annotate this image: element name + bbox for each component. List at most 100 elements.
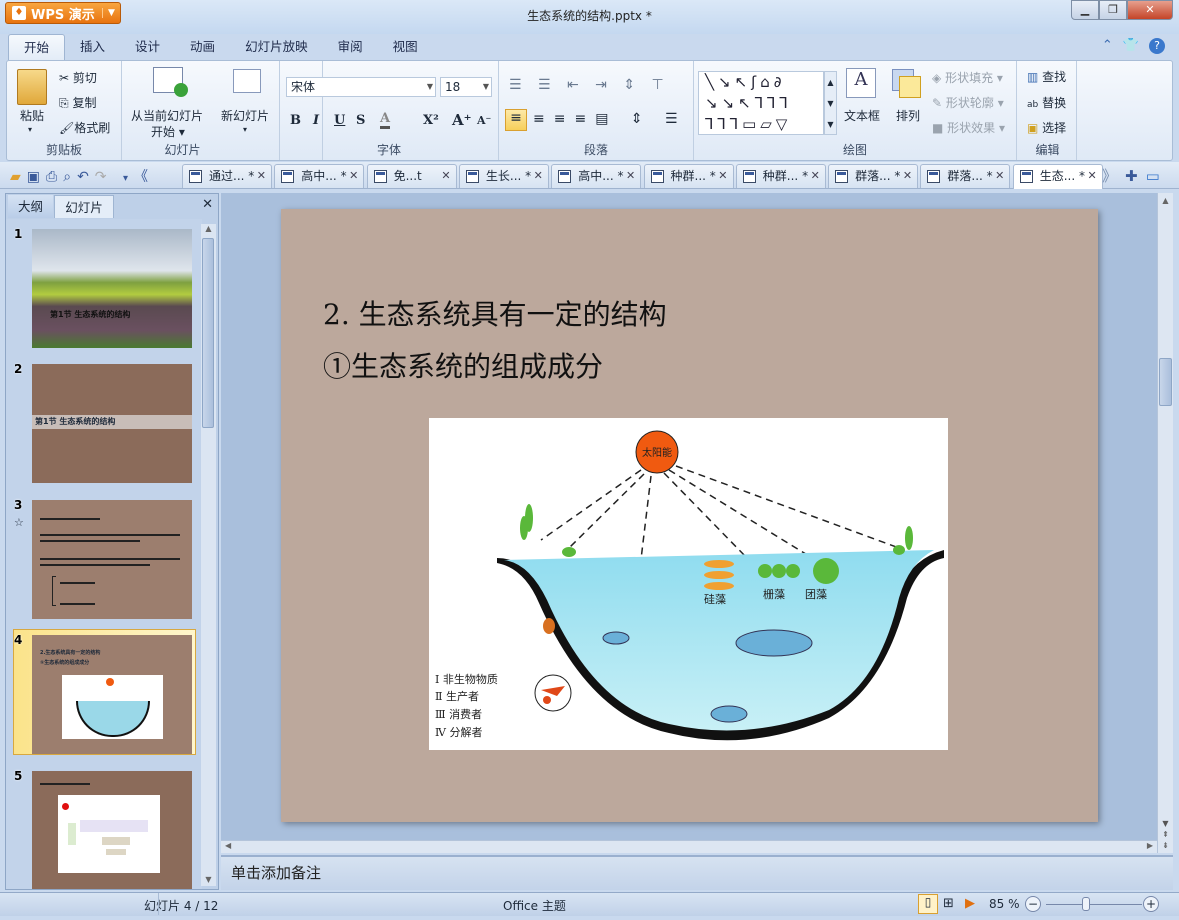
close-tab-icon[interactable]: ✕ <box>995 165 1004 187</box>
play-from-current-button-line2[interactable]: 开始 ▾ <box>151 123 185 140</box>
font-color-button[interactable]: A <box>380 111 391 129</box>
select-button[interactable]: ▣ 选择 <box>1027 119 1066 136</box>
new-slide-dropdown-icon[interactable]: ▾ <box>243 125 247 134</box>
tab-animation[interactable]: 动画 <box>175 34 230 60</box>
slide-title-line-1[interactable]: 2. 生态系统具有一定的结构 <box>323 293 667 333</box>
replace-button[interactable]: ab 替换 <box>1027 94 1066 111</box>
document-tab[interactable]: 生态... * ✕ <box>1012 164 1103 189</box>
close-button[interactable]: ✕ <box>1127 0 1173 20</box>
close-tab-icon[interactable]: ✕ <box>811 165 820 187</box>
font-name-combo[interactable]: 宋体 ▼ <box>286 77 436 97</box>
new-slide-icon <box>233 69 261 93</box>
print-icon: ⎙ <box>46 169 64 185</box>
paste-icon[interactable] <box>17 69 47 105</box>
document-tab[interactable]: 种群... * ✕ <box>643 164 734 188</box>
minimize-button[interactable]: ▁ <box>1071 0 1099 20</box>
zoom-in-button[interactable]: + <box>1143 896 1159 912</box>
zoom-slider-thumb[interactable] <box>1082 897 1090 911</box>
bold-button[interactable]: B <box>290 113 301 128</box>
new-slide-button[interactable]: 新幻灯片 <box>221 107 269 124</box>
slide-thumbnail-1[interactable]: 第1节 生态系统的结构 <box>32 229 192 348</box>
grow-font-button[interactable]: A⁺ <box>452 111 472 129</box>
presentation-file-icon <box>835 170 849 183</box>
maximize-button[interactable]: ❐ <box>1099 0 1127 20</box>
slide-sorter-button[interactable]: ⊞ <box>943 896 954 911</box>
document-tab[interactable]: 群落... * ✕ <box>920 164 1011 188</box>
tab-view[interactable]: 视图 <box>378 34 433 60</box>
shrink-font-button[interactable]: A⁻ <box>477 114 491 127</box>
align-left-button[interactable]: ≡ <box>505 109 527 131</box>
tab-slides[interactable]: 幻灯片 <box>54 195 114 218</box>
slide-title-line-2[interactable]: ①生态系统的组成成分 <box>323 345 603 385</box>
tab-insert[interactable]: 插入 <box>65 34 120 60</box>
slideshow-button[interactable]: ▶ <box>965 896 975 911</box>
tab-home[interactable]: 开始 <box>8 34 66 60</box>
normal-view-button[interactable]: ▯ <box>918 894 938 914</box>
alignment-buttons[interactable]: ≡≡≡▤ ⇕ ☰ <box>533 111 687 127</box>
horizontal-scrollbar[interactable]: ◀ ▶ <box>221 840 1157 853</box>
close-tab-icon[interactable]: ✕ <box>903 165 912 187</box>
zoom-out-button[interactable]: − <box>1025 896 1041 912</box>
close-tab-icon[interactable]: ✕ <box>257 165 266 187</box>
quick-access-toolbar[interactable]: ▰▣⎙⌕↶↷ ▾《 <box>10 166 154 186</box>
zoom-slider[interactable] <box>1046 904 1142 905</box>
current-slide[interactable]: 2. 生态系统具有一定的结构 ①生态系统的组成成分 太阳能 硅藻 栅藻 团藻 Ⅰ… <box>281 209 1098 822</box>
gallery-scroll[interactable]: ▲ ▼ ▼ <box>824 71 837 135</box>
pond-ecosystem-diagram: 太阳能 硅藻 栅藻 团藻 Ⅰ 非生物物质 Ⅱ 生产者 Ⅲ 消费者 Ⅳ 分解者 <box>435 430 944 741</box>
format-painter-button[interactable]: 🖌格式刷 <box>59 119 110 136</box>
slide-thumbnail-2[interactable]: 第1节 生态系统的结构 <box>32 364 192 483</box>
document-tab[interactable]: 生长... * ✕ <box>458 164 549 188</box>
thumbnail-scrollbar[interactable]: ▲ ▼ <box>201 224 216 886</box>
skin-icon[interactable]: 👕 <box>1123 38 1139 54</box>
help-icon[interactable]: ? <box>1149 38 1165 54</box>
notes-placeholder[interactable]: 单击添加备注 <box>231 862 321 883</box>
presentation-file-icon <box>465 170 479 183</box>
notes-pane[interactable]: 单击添加备注 <box>221 855 1173 890</box>
document-tab[interactable]: 免...t ✕ <box>366 164 457 188</box>
scrollbar-thumb[interactable] <box>1159 358 1172 406</box>
scrollbar-thumb[interactable] <box>202 238 214 428</box>
close-tab-icon[interactable]: ✕ <box>534 165 543 187</box>
play-from-current-button[interactable]: 从当前幻灯片 <box>131 107 203 124</box>
font-size-combo[interactable]: 18 ▼ <box>440 77 492 97</box>
document-tab[interactable]: 通过... * ✕ <box>182 164 272 188</box>
slide-thumbnail-4[interactable]: 2.生态系统具有一定的结构 ①生态系统的组成成分 <box>32 635 192 754</box>
close-tab-icon[interactable]: ✕ <box>349 165 358 187</box>
tab-design[interactable]: 设计 <box>120 34 175 60</box>
document-tab[interactable]: 群落... * ✕ <box>828 164 919 188</box>
tab-outline[interactable]: 大纲 <box>8 195 53 218</box>
tab-nav[interactable]: 》✚▭ <box>1102 165 1168 186</box>
find-button[interactable]: ▥ 查找 <box>1027 68 1066 85</box>
document-tab[interactable]: 高中... * ✕ <box>274 164 365 188</box>
document-tab[interactable]: 种群... * ✕ <box>735 164 826 188</box>
tab-slideshow[interactable]: 幻灯片放映 <box>230 34 323 60</box>
tab-review[interactable]: 审阅 <box>323 34 378 60</box>
ecosystem-figure[interactable]: 太阳能 硅藻 栅藻 团藻 Ⅰ 非生物物质 Ⅱ 生产者 Ⅲ 消费者 Ⅳ 分解者 <box>429 418 948 750</box>
wps-app-menu-button[interactable]: ♦ WPS 演示 ▼ <box>5 2 121 24</box>
slide-thumbnail-3[interactable] <box>32 500 192 619</box>
close-tab-icon[interactable]: ✕ <box>718 165 727 187</box>
shape-effect-button[interactable]: ■ 形状效果 ▾ <box>932 119 1005 136</box>
shape-fill-button[interactable]: ◈ 形状填充 ▾ <box>932 69 1003 86</box>
list-buttons[interactable]: ☰ ☰ ⇤ ⇥ ⇕ ⊤ <box>509 77 670 93</box>
italic-button[interactable]: I <box>313 113 319 128</box>
collapse-ribbon-icon[interactable]: ⌃ <box>1102 38 1113 54</box>
vertical-scrollbar[interactable]: ▲ ▼ ⇞ ⇟ <box>1157 193 1173 853</box>
textbox-button[interactable]: 文本框 <box>844 107 880 124</box>
superscript-button[interactable]: X² <box>423 113 439 128</box>
paste-dropdown-icon[interactable]: ▾ <box>28 125 32 134</box>
strikethrough-button[interactable]: S <box>356 113 365 128</box>
underline-button[interactable]: U <box>334 113 345 128</box>
close-panel-icon[interactable]: ✕ <box>202 197 213 212</box>
slide-thumbnail-5[interactable] <box>32 771 192 889</box>
arrange-button[interactable]: 排列 <box>896 107 920 124</box>
close-tab-icon[interactable]: ✕ <box>626 165 635 187</box>
cut-button[interactable]: ✂ 剪切 <box>59 69 97 86</box>
copy-button[interactable]: ⎘ 复制 <box>59 94 96 111</box>
paste-button[interactable]: 粘贴 <box>20 107 44 124</box>
close-tab-icon[interactable]: ✕ <box>1087 165 1096 187</box>
close-tab-icon[interactable]: ✕ <box>441 165 450 187</box>
shape-outline-button[interactable]: ✎ 形状轮廓 ▾ <box>932 94 1004 111</box>
shape-gallery[interactable]: ╲↘↖ʃ⌂∂ ↘↘↖⅂⅂⅂ ⅂⅂⅂▭▱▽ <box>698 71 824 135</box>
document-tab[interactable]: 高中... * ✕ <box>551 164 642 188</box>
